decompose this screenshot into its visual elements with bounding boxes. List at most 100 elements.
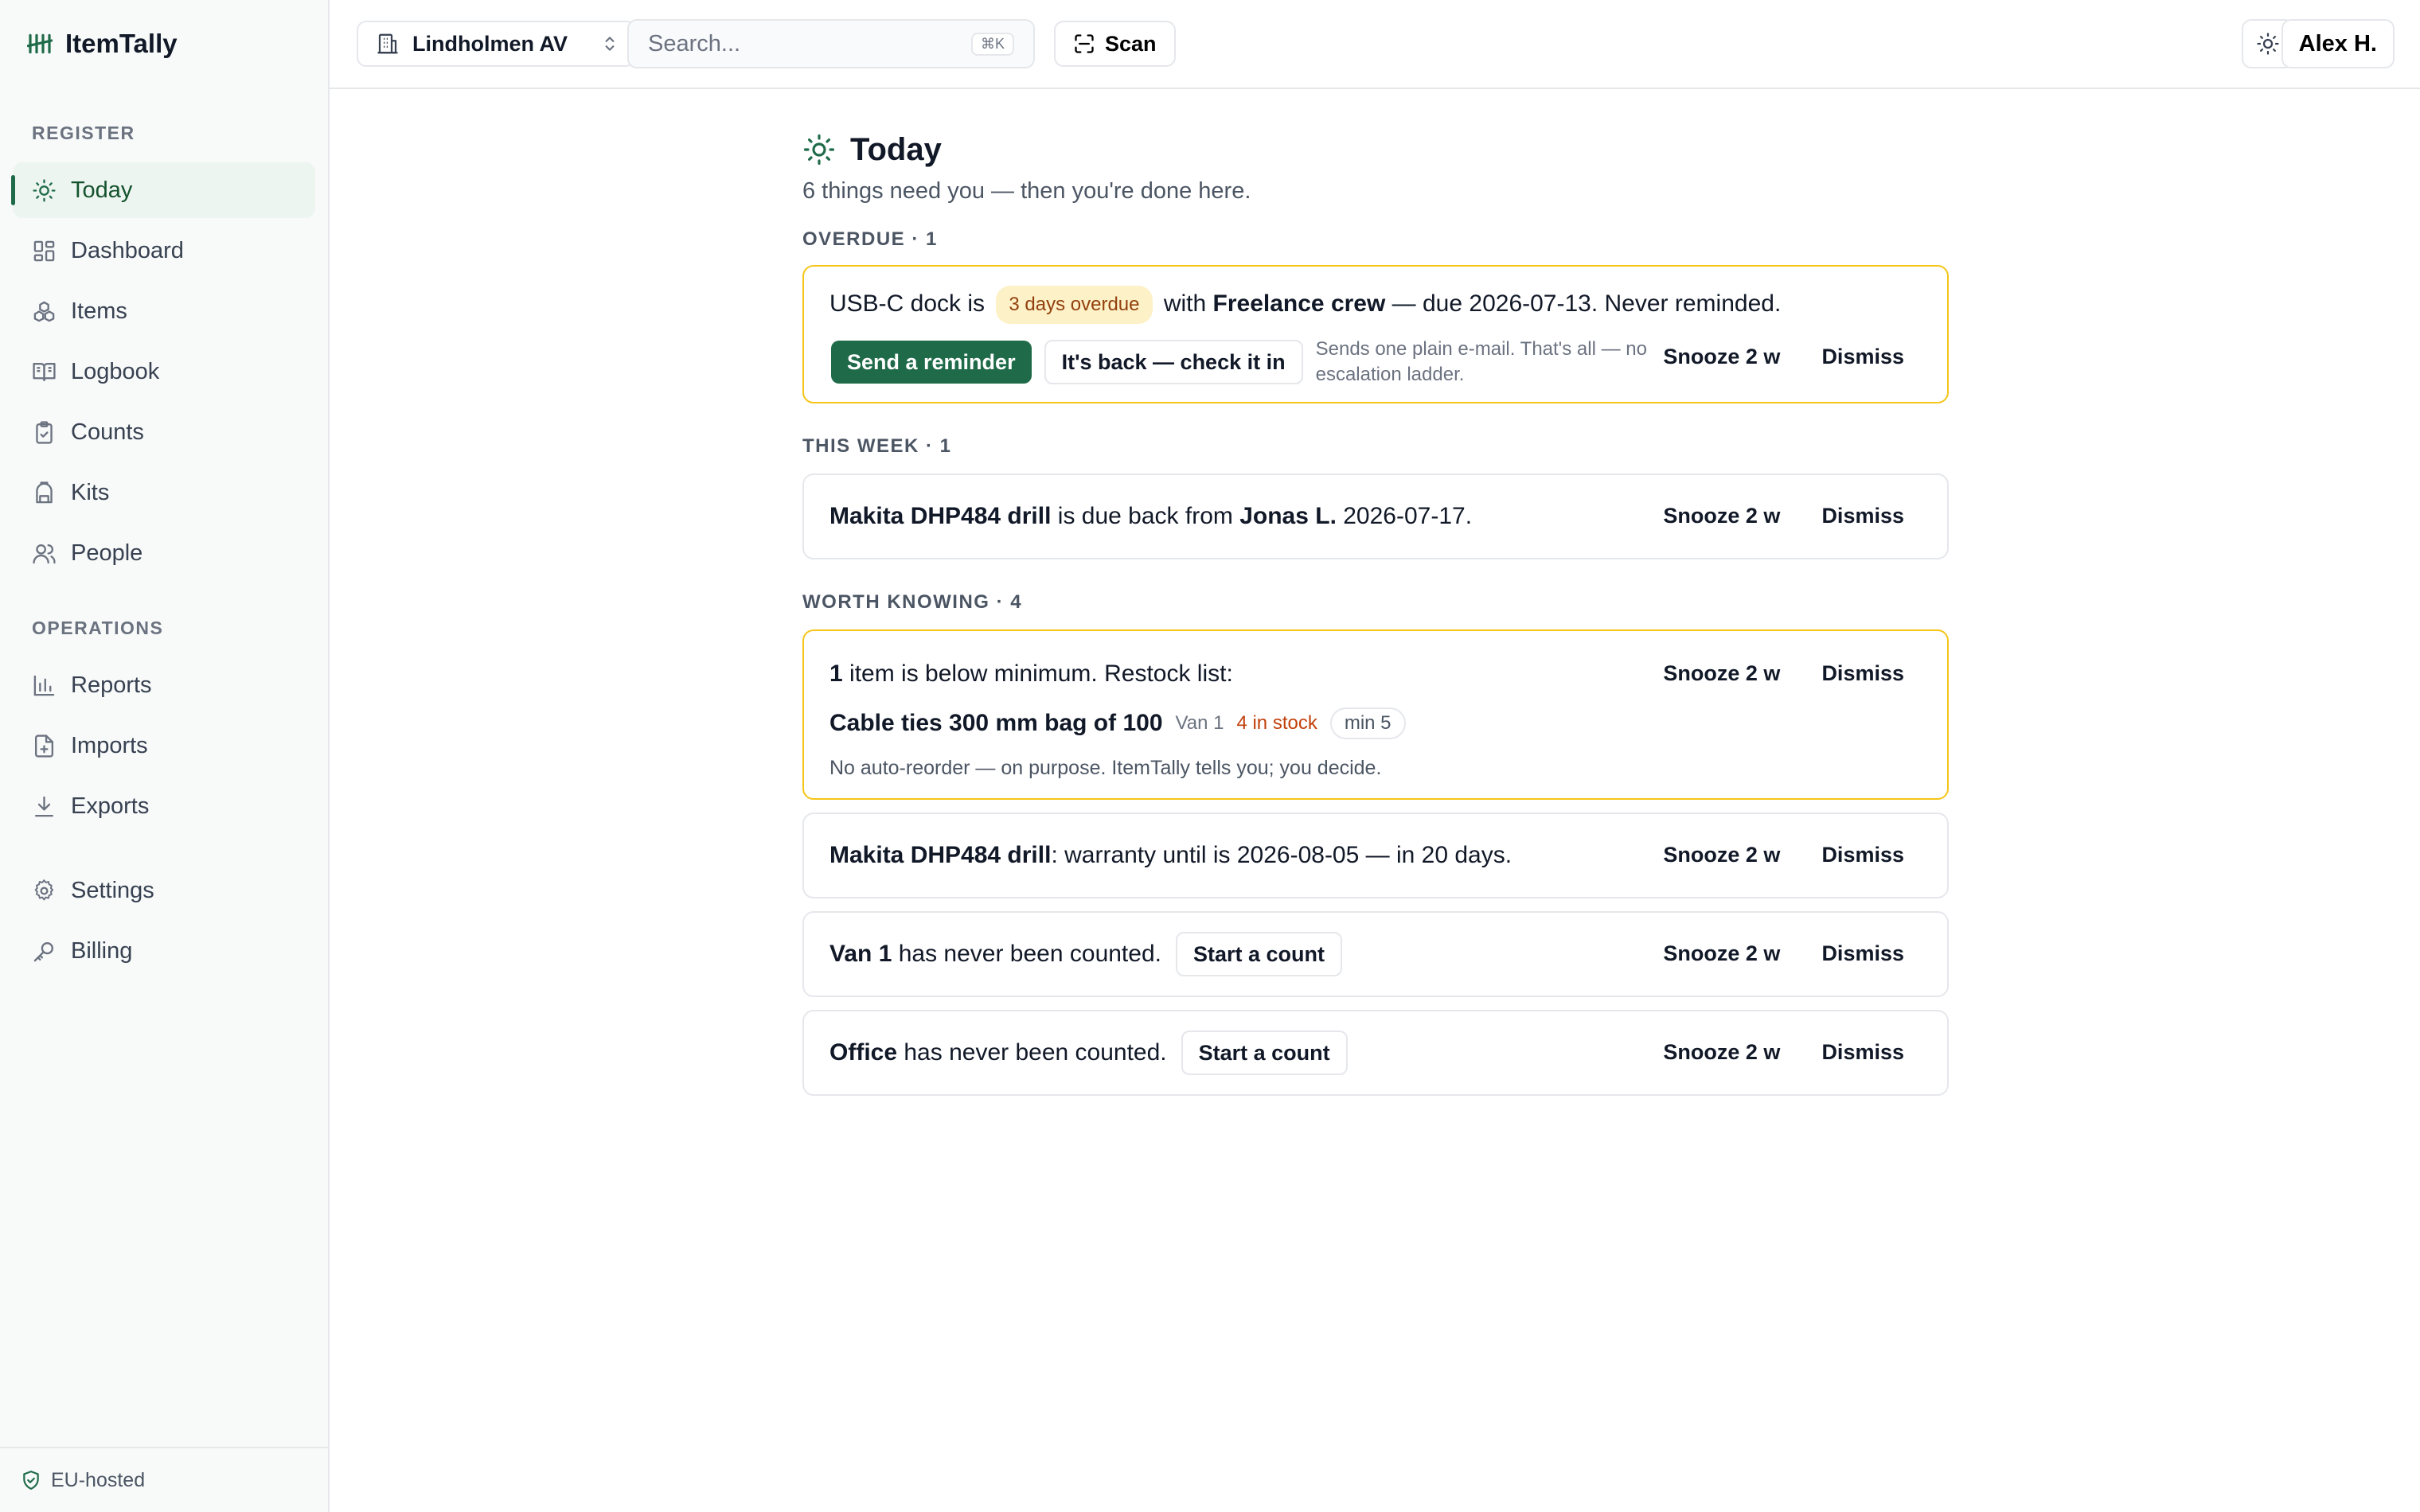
page-header: Today xyxy=(802,127,1949,172)
section-overdue: OVERDUE · 1 xyxy=(802,228,938,250)
nav-section-operations: OPERATIONS xyxy=(32,618,164,638)
dismiss-button[interactable]: Dismiss xyxy=(1821,345,1904,369)
sidebar-item-label: Exports xyxy=(71,793,150,819)
sidebar-item-label: Reports xyxy=(71,672,152,698)
restock-count: 1 xyxy=(829,661,843,687)
sidebar-item-label: Settings xyxy=(71,877,154,903)
restock-note: No auto-reorder — on purpose. ItemTally … xyxy=(829,757,1382,779)
restock-text: item is below minimum. Restock list: xyxy=(842,661,1233,687)
this-week-card: Makita DHP484 drill is due back from Jon… xyxy=(802,473,1949,559)
sidebar-item-exports[interactable]: Exports xyxy=(13,778,315,834)
snooze-button[interactable]: Snooze 2 w xyxy=(1663,1040,1780,1065)
sidebar-item-label: Imports xyxy=(71,732,148,758)
sidebar-item-people[interactable]: People xyxy=(13,525,315,581)
start-count-button[interactable]: Start a count xyxy=(1181,1031,1348,1075)
building-icon xyxy=(377,33,398,54)
warranty-text: : warranty until is 2026-08-05 — in 20 d… xyxy=(1051,842,1512,868)
restock-item-name: Cable ties 300 mm bag of 100 xyxy=(829,710,1163,736)
sidebar-item-today[interactable]: Today xyxy=(11,162,315,218)
search-input[interactable] xyxy=(648,30,971,57)
sidebar-item-dashboard[interactable]: Dashboard xyxy=(13,223,315,279)
scan-icon xyxy=(1075,34,1094,53)
sun-icon xyxy=(33,178,56,202)
dashboard-icon xyxy=(33,240,55,261)
this-week-item: Makita DHP484 drill xyxy=(829,503,1052,529)
main-content: Today 6 things need you — then you're do… xyxy=(802,127,1949,1096)
sun-icon xyxy=(803,134,835,166)
gear-icon xyxy=(34,879,54,900)
sidebar-item-imports[interactable]: Imports xyxy=(13,718,315,774)
overdue-message: USB-C dock is 3 days overdue with Freela… xyxy=(829,286,1781,324)
count-van-message: Van 1 has never been counted. xyxy=(829,941,1161,968)
overdue-text: is xyxy=(961,290,992,317)
this-week-text: is due back from xyxy=(1051,503,1240,529)
count-van-place: Van 1 xyxy=(829,941,892,967)
clipboard-icon xyxy=(36,420,53,444)
send-reminder-button[interactable]: Send a reminder xyxy=(831,341,1032,384)
backpack-icon xyxy=(36,481,53,503)
warranty-item: Makita DHP484 drill xyxy=(829,842,1052,868)
this-week-text: 2026-07-17. xyxy=(1336,503,1473,529)
count-office-card: Office has never been counted. Start a c… xyxy=(802,1010,1949,1096)
sidebar-item-billing[interactable]: Billing xyxy=(13,923,315,979)
sidebar-item-counts[interactable]: Counts xyxy=(13,404,315,460)
snooze-button[interactable]: Snooze 2 w xyxy=(1663,661,1780,686)
count-van-text: has never been counted. xyxy=(892,941,1161,967)
start-count-button[interactable]: Start a count xyxy=(1175,932,1343,976)
sidebar-item-kits[interactable]: Kits xyxy=(13,465,315,520)
search-shortcut: ⌘K xyxy=(970,32,1014,56)
overdue-text: — due 2026-07-13. Never reminded. xyxy=(1385,290,1782,317)
file-import-icon xyxy=(35,734,53,758)
dismiss-button[interactable]: Dismiss xyxy=(1821,661,1904,686)
sidebar-item-items[interactable]: Items xyxy=(13,283,315,339)
this-week-borrower: Jonas L. xyxy=(1239,503,1337,529)
overdue-badge: 3 days overdue xyxy=(996,286,1153,324)
bar-chart-icon xyxy=(33,675,55,696)
overdue-item: USB-C dock xyxy=(829,290,962,317)
sidebar-item-logbook[interactable]: Logbook xyxy=(13,344,315,399)
overdue-card: USB-C dock is 3 days overdue with Freela… xyxy=(802,265,1949,403)
user-menu-button[interactable]: Alex H. xyxy=(2281,19,2395,68)
sidebar-item-label: Kits xyxy=(71,479,110,505)
sidebar-item-settings[interactable]: Settings xyxy=(13,863,315,918)
scan-button[interactable]: Scan xyxy=(1054,21,1176,67)
workspace-switcher[interactable]: Lindholmen AV xyxy=(357,21,635,67)
logo-icon xyxy=(27,33,53,54)
reminder-hint: Sends one plain e-mail. That's all — no … xyxy=(1315,338,1647,385)
dismiss-button[interactable]: Dismiss xyxy=(1821,941,1904,966)
overdue-text: with xyxy=(1157,290,1213,317)
restock-message: 1 item is below minimum. Restock list: xyxy=(829,658,1233,690)
dismiss-button[interactable]: Dismiss xyxy=(1821,843,1904,867)
dismiss-button[interactable]: Dismiss xyxy=(1821,504,1904,528)
snooze-button[interactable]: Snooze 2 w xyxy=(1663,843,1780,867)
sun-icon xyxy=(2257,33,2279,55)
sidebar-item-reports[interactable]: Reports xyxy=(13,657,315,713)
sidebar-item-label: Counts xyxy=(71,419,144,445)
page-title: Today xyxy=(850,131,942,167)
chevron-up-down-icon xyxy=(605,37,615,51)
snooze-button[interactable]: Snooze 2 w xyxy=(1663,504,1780,528)
snooze-button[interactable]: Snooze 2 w xyxy=(1663,941,1780,966)
restock-stock: 4 in stock xyxy=(1236,712,1317,734)
check-in-button[interactable]: It's back — check it in xyxy=(1044,340,1303,384)
scan-label: Scan xyxy=(1105,31,1157,56)
snooze-button[interactable]: Snooze 2 w xyxy=(1663,345,1780,369)
book-icon xyxy=(33,362,56,381)
restock-location: Van 1 xyxy=(1175,712,1224,734)
restock-item-row[interactable]: Cable ties 300 mm bag of 100 Van 1 4 in … xyxy=(829,707,1406,739)
section-this-week: THIS WEEK · 1 xyxy=(802,435,952,457)
section-worth-knowing: WORTH KNOWING · 4 xyxy=(802,591,1023,613)
workspace-name: Lindholmen AV xyxy=(412,31,568,56)
sidebar: ItemTally REGISTER Today Dashboard Items… xyxy=(0,0,330,1512)
restock-min-badge: min 5 xyxy=(1329,707,1406,739)
dismiss-button[interactable]: Dismiss xyxy=(1821,1040,1904,1065)
brand[interactable]: ItemTally xyxy=(0,0,328,88)
sidebar-item-label: Logbook xyxy=(71,358,160,384)
search-box: ⌘K xyxy=(627,19,1035,68)
sidebar-item-label: Items xyxy=(71,298,127,324)
count-office-place: Office xyxy=(829,1039,898,1066)
sidebar-item-label: People xyxy=(71,540,143,566)
page-subtitle: 6 things need you — then you're done her… xyxy=(802,178,1251,204)
shield-check-icon xyxy=(23,1471,39,1490)
sidebar-item-label: Billing xyxy=(71,937,133,964)
